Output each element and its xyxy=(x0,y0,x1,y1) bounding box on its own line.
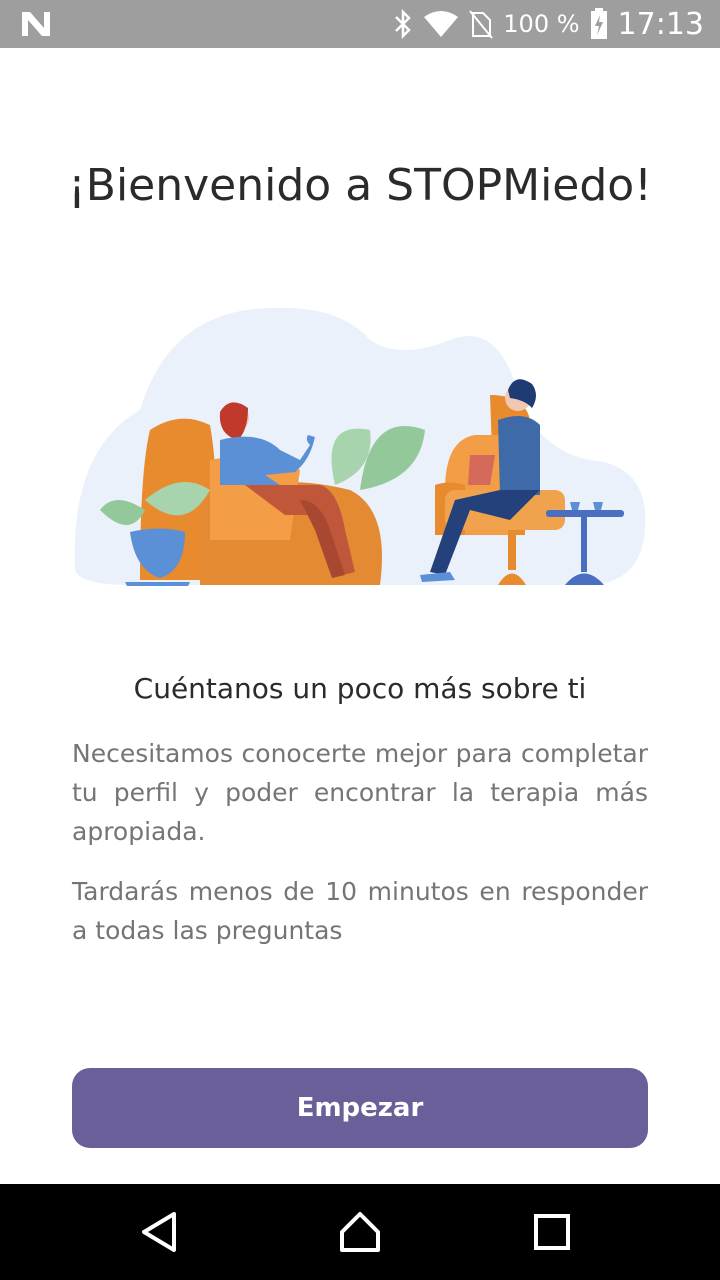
bluetooth-icon xyxy=(395,9,412,39)
home-icon[interactable] xyxy=(336,1208,384,1256)
description-paragraph: Necesitamos conocerte mejor para complet… xyxy=(72,739,648,846)
battery-charging-icon xyxy=(590,8,607,39)
therapy-session-illustration xyxy=(74,307,646,586)
wifi-icon xyxy=(424,11,459,37)
no-sim-icon xyxy=(469,10,494,39)
clock: 17:13 xyxy=(617,6,704,42)
section-subtitle: Cuéntanos un poco más sobre ti xyxy=(133,672,587,705)
time-estimate-paragraph: Tardarás menos de 10 minutos en responde… xyxy=(72,877,648,945)
status-bar: 100 % 17:13 xyxy=(0,0,720,48)
recent-apps-icon[interactable] xyxy=(528,1208,576,1256)
welcome-title: ¡Bienvenido a STOPMiedo! xyxy=(68,160,652,211)
start-button[interactable]: Empezar xyxy=(72,1068,648,1148)
n-notification-icon xyxy=(22,12,50,36)
battery-percent: 100 % xyxy=(503,10,580,38)
navigation-bar xyxy=(0,1184,720,1280)
back-icon[interactable] xyxy=(136,1208,184,1256)
